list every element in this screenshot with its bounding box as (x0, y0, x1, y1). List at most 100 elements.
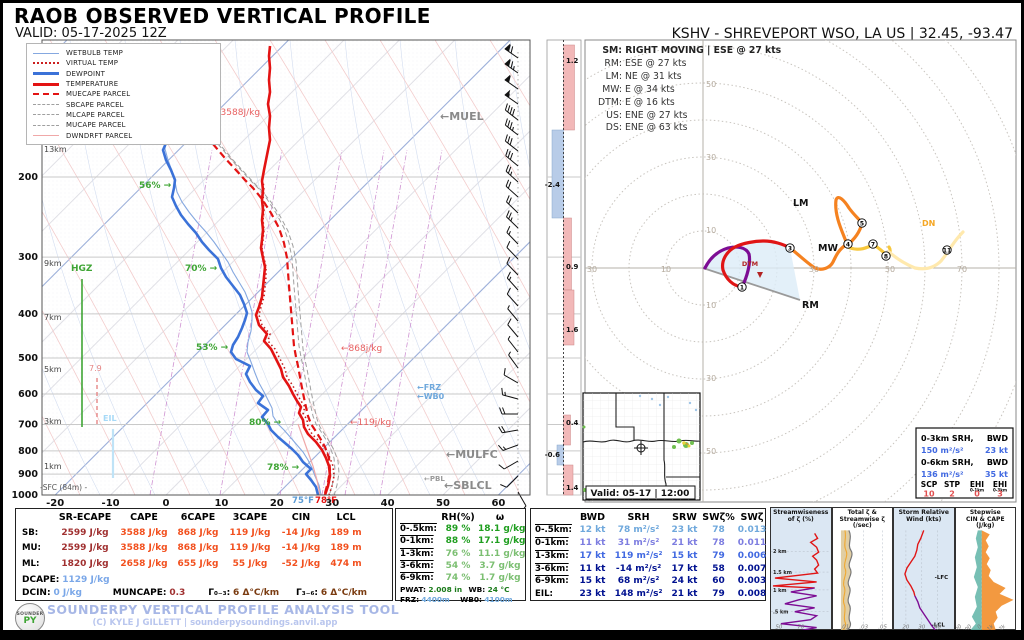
svg-text:30: 30 (809, 265, 819, 274)
table-header: SRW (667, 512, 702, 525)
table-cell: 21 kt (667, 538, 702, 551)
table-header: SWζ (735, 512, 769, 525)
total-zeta-plot: .01 .03 .05 (833, 530, 893, 631)
table-cell: 23 kt (575, 589, 610, 602)
table-header: 3CAPE (224, 512, 276, 528)
svg-text:4: 4 (846, 242, 850, 249)
table-cell: 78 (702, 538, 735, 551)
svg-text:2: 2 (949, 490, 955, 499)
table-cell: 119 m²/s² (610, 551, 667, 564)
table-cell: 23 kt (667, 525, 702, 538)
svg-text:20: 20 (902, 625, 909, 631)
table-cell: 78 (702, 525, 735, 538)
table-cell: 0.008 (735, 589, 769, 602)
table-cell: 17.1 g/kg (478, 536, 522, 548)
table-cell: 79 (702, 589, 735, 602)
svg-text:30: 30 (706, 374, 716, 383)
svg-text:-2.4: -2.4 (545, 181, 560, 189)
svg-text:7km: 7km (44, 313, 62, 322)
legend-line-sample (33, 83, 59, 86)
table-cell: 17 kt (575, 551, 610, 564)
table-cell: 17 kt (667, 564, 702, 577)
svg-text:400: 400 (18, 309, 38, 320)
table-cell: -14 J/kg (276, 543, 326, 559)
svg-text:-LFC: -LFC (935, 575, 948, 581)
table-cell: 868 J/kg (172, 543, 224, 559)
svg-text:5km: 5km (44, 365, 62, 374)
svg-text:7: 7 (871, 242, 875, 249)
svg-text:-0.6: -0.6 (545, 451, 560, 459)
lapse-label: 7.9 (89, 364, 102, 373)
table-cell: 0.006 (735, 551, 769, 564)
table-cell: -14 J/kg (276, 528, 326, 544)
table-cell: 15 kt (667, 551, 702, 564)
svg-text:1 km: 1 km (773, 588, 787, 594)
svg-text:11: 11 (943, 248, 951, 255)
srw-plot: -LFC -LCL 20 30 40 (894, 530, 954, 631)
table-cell: 60 (702, 576, 735, 589)
rh-label-4: 80% → (249, 418, 282, 428)
svg-text:900: 900 (18, 469, 38, 480)
storm-motion-line-text: RM: ESE @ 27 kts (591, 58, 781, 71)
svg-text:600: 600 (18, 389, 38, 400)
rh-label-3: 53% → (196, 343, 229, 353)
panel-title: Streamwisenessof ζ (%) (771, 508, 831, 530)
table-row-label: 0-.5km: (535, 525, 575, 538)
table-cell: 189 m (326, 543, 366, 559)
table-header: SRH (610, 512, 667, 525)
table-cell: 1.7 g/kg (478, 573, 522, 585)
sfc-temp-label: 78°F (315, 496, 337, 506)
svg-text:40: 40 (934, 625, 941, 631)
table-cell: 31 m²/s² (610, 538, 667, 551)
table-row-label: 6-9km: (535, 576, 575, 589)
svg-text:.03: .03 (859, 625, 868, 631)
stepwise-plot: -200 -100 0 1k 2k (956, 530, 1016, 631)
storm-motion-line-text: DS: ENE @ 63 kts (591, 122, 781, 135)
svg-text:13km: 13km (44, 145, 67, 154)
table-cell: 18.1 g/kg (478, 524, 522, 536)
svg-text:3: 3 (997, 490, 1003, 499)
map-inset: Valid: 05-17 | 12:00 (583, 393, 701, 500)
legend-line-sample (33, 104, 59, 105)
svg-text:35 kt: 35 kt (985, 470, 1008, 479)
thermo-stats-box: SR-ECAPECAPE6CAPE3CAPECINLCLSB:2599 J/kg… (15, 508, 393, 601)
footer-credit: (C) KYLE J GILLETT | sounderpysoundings.… (47, 618, 383, 628)
frz-label: ←FRZ (417, 383, 441, 392)
omega-strip: 1.2-2.40.91.60.4-0.61.4 (545, 40, 581, 495)
svg-text:1.4: 1.4 (566, 484, 579, 492)
legend-line-sample (33, 135, 59, 136)
map-valid-label: Valid: 05-17 | 12:00 (591, 489, 690, 499)
legend-line-sample (33, 125, 59, 126)
dcin-muncape-row: DCIN: 0 J/kg MUNCAPE: 0.3 Γ₀₋₃: 6 Δ°C/km… (22, 587, 386, 600)
svg-text:1000: 1000 (12, 490, 39, 501)
svg-text:.5 km: .5 km (773, 610, 788, 616)
logo-text-bottom: PY (23, 617, 36, 625)
table-cell: 89 % (438, 524, 478, 536)
svg-text:1km: 1km (44, 462, 62, 471)
table-cell: 12 kt (575, 525, 610, 538)
footer-title: SOUNDERPY VERTICAL PROFILE ANALYSIS TOOL (47, 602, 383, 617)
table-cell: 0.007 (735, 564, 769, 577)
legend-line-sample (33, 62, 59, 64)
table-row-label: 0-1km: (535, 538, 575, 551)
table-cell: 0.003 (735, 576, 769, 589)
legend-line-sample (33, 114, 59, 115)
dcape-row: DCAPE: 1129 J/kg (22, 574, 386, 587)
table-header (22, 512, 54, 528)
legend-line-sample (33, 53, 59, 54)
footer-branding: SOUNDERPY VERTICAL PROFILE ANALYSIS TOOL… (47, 602, 383, 628)
pwat-row: PWAT: 2.008 in WB: 24 °C (400, 585, 522, 595)
storm-motion-line-text: LM: NE @ 31 kts (591, 71, 781, 84)
lm-label: LM (793, 198, 809, 209)
table-cell: 21 kt (667, 589, 702, 602)
svg-text:3km: 3km (44, 417, 62, 426)
svg-text:BWD: BWD (987, 434, 1008, 443)
table-cell: 655 J/kg (172, 559, 224, 575)
table-row-label: SB: (22, 528, 54, 544)
table-header: LCL (326, 512, 366, 528)
kinematics-table: BWDSRHSRWSWζ%SWζ0-.5km:12 kt78 m²/s²23 k… (535, 512, 762, 602)
table-header (400, 512, 438, 524)
dn-label: DN (922, 219, 935, 228)
table-row-label: 0-1km: (400, 536, 438, 548)
svg-text:30: 30 (587, 265, 597, 274)
